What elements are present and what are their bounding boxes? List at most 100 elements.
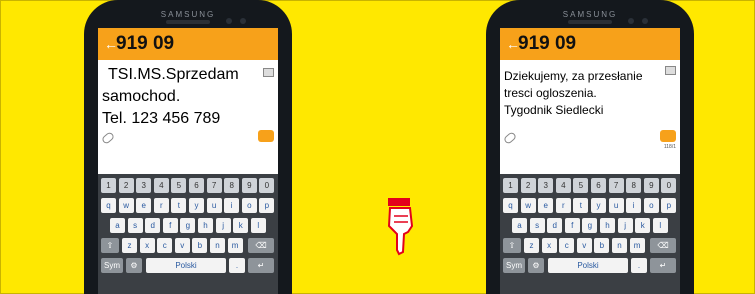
key-k[interactable]: k xyxy=(635,218,651,233)
key-o[interactable]: o xyxy=(241,198,257,213)
message-text[interactable]: Dziekujemy, za przesłanie tresci oglosze… xyxy=(504,68,668,119)
period-key[interactable]: . xyxy=(229,258,245,273)
key-y[interactable]: y xyxy=(591,198,606,213)
sym-key[interactable]: Sym xyxy=(503,258,525,273)
key-x[interactable]: x xyxy=(541,238,557,253)
key-w[interactable]: w xyxy=(520,198,536,213)
key-a[interactable]: a xyxy=(512,218,527,233)
key-d[interactable]: d xyxy=(145,218,161,233)
key-v[interactable]: v xyxy=(576,238,592,253)
message-line: Tygodnik Siedlecki xyxy=(504,103,604,117)
key-s[interactable]: s xyxy=(529,218,545,233)
key-p[interactable]: p xyxy=(259,198,275,213)
key-j[interactable]: j xyxy=(617,218,633,233)
key-7[interactable]: 7 xyxy=(608,178,624,193)
key-z[interactable]: z xyxy=(122,238,137,253)
key-r[interactable]: r xyxy=(555,198,571,213)
key-t[interactable]: t xyxy=(573,198,589,213)
key-p[interactable]: p xyxy=(661,198,677,213)
key-g[interactable]: g xyxy=(180,218,196,233)
key-t[interactable]: t xyxy=(171,198,187,213)
key-2[interactable]: 2 xyxy=(118,178,134,193)
key-6[interactable]: 6 xyxy=(189,178,204,193)
attachment-icon[interactable] xyxy=(502,131,518,145)
key-n[interactable]: n xyxy=(612,238,627,253)
key-f[interactable]: f xyxy=(564,218,580,233)
key-e[interactable]: e xyxy=(538,198,554,213)
key-y[interactable]: y xyxy=(189,198,204,213)
key-3[interactable]: 3 xyxy=(538,178,554,193)
space-key[interactable]: Polski xyxy=(548,258,628,273)
key-q[interactable]: q xyxy=(503,198,518,213)
key-m[interactable]: m xyxy=(227,238,243,253)
key-l[interactable]: l xyxy=(652,218,668,233)
arrow-left-icon[interactable]: ← xyxy=(506,36,520,52)
key-3[interactable]: 3 xyxy=(136,178,152,193)
message-text[interactable]: TSI.MS.Sprzedam samochod. Tel. 123 456 7… xyxy=(102,64,266,130)
key-j[interactable]: j xyxy=(215,218,231,233)
key-1[interactable]: 1 xyxy=(503,178,518,193)
key-b[interactable]: b xyxy=(192,238,208,253)
backspace-key[interactable]: ⌫ xyxy=(650,238,676,253)
key-2[interactable]: 2 xyxy=(520,178,536,193)
key-6[interactable]: 6 xyxy=(591,178,606,193)
key-e[interactable]: e xyxy=(136,198,152,213)
settings-key[interactable]: ⚙ xyxy=(528,258,544,273)
space-key[interactable]: Polski xyxy=(146,258,226,273)
key-g[interactable]: g xyxy=(582,218,598,233)
key-0[interactable]: 0 xyxy=(259,178,275,193)
key-9[interactable]: 9 xyxy=(241,178,257,193)
keyboard: 1 2 3 4 5 6 7 8 9 0 q w e r t y u i o p a s d f g h j k l ⇧ z x c v b n m ⌫ Sy… xyxy=(98,174,278,294)
enter-key[interactable]: ↵ xyxy=(248,258,274,273)
key-8[interactable]: 8 xyxy=(626,178,642,193)
key-c[interactable]: c xyxy=(559,238,575,253)
arrow-left-icon[interactable]: ← xyxy=(104,36,118,52)
key-0[interactable]: 0 xyxy=(661,178,677,193)
key-5[interactable]: 5 xyxy=(171,178,187,193)
key-u[interactable]: u xyxy=(206,198,222,213)
key-i[interactable]: i xyxy=(224,198,240,213)
key-h[interactable]: h xyxy=(600,218,615,233)
sym-key[interactable]: Sym xyxy=(101,258,123,273)
key-r[interactable]: r xyxy=(153,198,169,213)
settings-key[interactable]: ⚙ xyxy=(126,258,142,273)
key-o[interactable]: o xyxy=(643,198,659,213)
key-z[interactable]: z xyxy=(524,238,539,253)
key-a[interactable]: a xyxy=(110,218,125,233)
character-counter: 118/1 xyxy=(663,144,676,150)
key-d[interactable]: d xyxy=(547,218,563,233)
key-h[interactable]: h xyxy=(198,218,213,233)
key-b[interactable]: b xyxy=(594,238,610,253)
send-sms-icon[interactable] xyxy=(660,130,676,142)
key-q[interactable]: q xyxy=(101,198,116,213)
key-u[interactable]: u xyxy=(608,198,624,213)
attachment-icon[interactable] xyxy=(100,131,116,145)
key-9[interactable]: 9 xyxy=(643,178,659,193)
key-5[interactable]: 5 xyxy=(573,178,589,193)
key-f[interactable]: f xyxy=(162,218,178,233)
key-k[interactable]: k xyxy=(233,218,249,233)
shift-key[interactable]: ⇧ xyxy=(101,238,119,253)
shift-key[interactable]: ⇧ xyxy=(503,238,521,253)
backspace-key[interactable]: ⌫ xyxy=(248,238,274,253)
key-x[interactable]: x xyxy=(139,238,155,253)
key-4[interactable]: 4 xyxy=(153,178,169,193)
phone-right: SAMSUNG ← 919 09 Dziekujemy, za przesłan… xyxy=(486,0,694,294)
key-l[interactable]: l xyxy=(250,218,266,233)
key-7[interactable]: 7 xyxy=(206,178,222,193)
key-1[interactable]: 1 xyxy=(101,178,116,193)
key-i[interactable]: i xyxy=(626,198,642,213)
contact-card-icon[interactable] xyxy=(263,68,274,77)
key-w[interactable]: w xyxy=(118,198,134,213)
period-key[interactable]: . xyxy=(631,258,647,273)
key-v[interactable]: v xyxy=(174,238,190,253)
key-n[interactable]: n xyxy=(210,238,225,253)
key-8[interactable]: 8 xyxy=(224,178,240,193)
key-s[interactable]: s xyxy=(127,218,143,233)
key-c[interactable]: c xyxy=(157,238,173,253)
key-4[interactable]: 4 xyxy=(555,178,571,193)
key-m[interactable]: m xyxy=(629,238,645,253)
enter-key[interactable]: ↵ xyxy=(650,258,676,273)
contact-card-icon[interactable] xyxy=(665,66,676,75)
send-sms-icon[interactable] xyxy=(258,130,274,142)
